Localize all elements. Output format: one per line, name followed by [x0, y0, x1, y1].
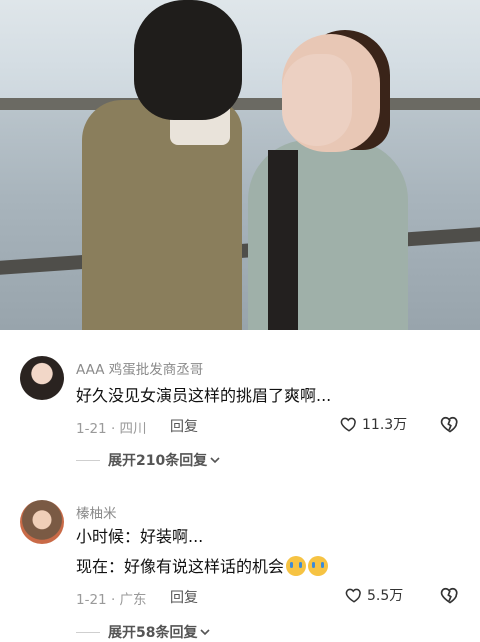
- heart-outline-icon: [340, 417, 356, 432]
- video-frame[interactable]: [0, 0, 480, 330]
- man-head: [134, 0, 242, 120]
- woman-inner-top: [268, 150, 298, 330]
- chevron-down-icon: [210, 457, 220, 464]
- comment-location: 广东: [119, 592, 147, 608]
- comment-text[interactable]: 小时候：好装啊... 现在：好像有说这样话的机会: [76, 524, 329, 580]
- heart-outline-icon: [345, 588, 361, 603]
- divider-line: [76, 459, 100, 461]
- reply-button[interactable]: 回复: [170, 416, 198, 436]
- broken-heart-icon[interactable]: [440, 585, 460, 605]
- comment-item: AAA 鸡蛋批发商丞哥 好久没见女演员这样的挑眉了爽啊... 1-21 · 四川…: [0, 350, 480, 475]
- chevron-down-icon: [200, 629, 211, 636]
- like-button[interactable]: 5.5万: [345, 585, 403, 605]
- comment-meta: 1-21 · 广东: [76, 588, 147, 608]
- meta-separator: ·: [110, 421, 116, 437]
- woman-face: [282, 54, 352, 146]
- avatar[interactable]: [20, 356, 64, 400]
- crying-laughing-emoji: [286, 556, 307, 576]
- comment-line-wrap: 现在：好像有说这样话的机会: [76, 554, 329, 580]
- crying-laughing-emoji: [308, 556, 329, 576]
- comment-line: 小时候：好装啊...: [76, 527, 204, 546]
- like-count: 5.5万: [367, 588, 404, 604]
- like-count: 11.3万: [362, 417, 408, 433]
- comment-line: 好久没见女演员这样的挑眉了爽啊...: [76, 386, 332, 405]
- comment-username[interactable]: AAA 鸡蛋批发商丞哥: [76, 358, 203, 378]
- like-button[interactable]: 11.3万: [340, 414, 407, 434]
- comment-item: 榛柚米 小时候：好装啊... 现在：好像有说这样话的机会 1-21 · 广东 回…: [0, 498, 480, 642]
- comment-text[interactable]: 好久没见女演员这样的挑眉了爽啊...: [76, 383, 331, 409]
- broken-heart-icon[interactable]: [440, 414, 460, 434]
- comment-date: 1-21: [76, 592, 107, 608]
- expand-label: 展开210条回复: [108, 453, 208, 469]
- expand-label: 展开58条回复: [108, 625, 198, 641]
- divider-line: [76, 631, 100, 633]
- comment-location: 四川: [119, 421, 147, 437]
- comment-username[interactable]: 榛柚米: [76, 502, 117, 522]
- meta-separator: ·: [110, 592, 116, 608]
- expand-replies[interactable]: 展开58条回复: [76, 622, 211, 642]
- avatar[interactable]: [20, 500, 64, 544]
- comment-date: 1-21: [76, 421, 107, 437]
- expand-replies[interactable]: 展开210条回复: [76, 450, 220, 470]
- far-railing: [0, 98, 480, 110]
- reply-button[interactable]: 回复: [170, 587, 198, 607]
- comment-line: 现在：好像有说这样话的机会: [76, 557, 285, 576]
- comment-meta: 1-21 · 四川: [76, 417, 147, 437]
